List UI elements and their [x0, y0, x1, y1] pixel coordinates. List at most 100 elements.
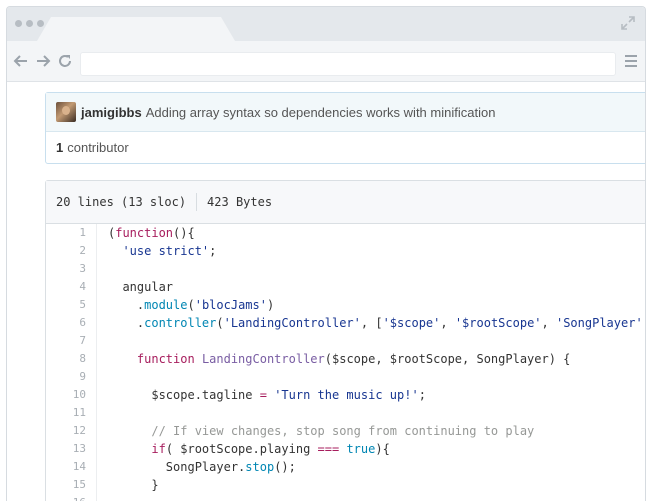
code-token: module	[144, 298, 188, 312]
code-line: 1 (function(){	[46, 224, 645, 242]
line-number[interactable]: 7	[46, 332, 96, 350]
code-token: (	[187, 298, 195, 312]
code-line: 7	[46, 332, 645, 350]
code-token: ===	[317, 442, 340, 456]
code-token: ();	[274, 460, 296, 474]
code-token: '$scope'	[382, 316, 441, 330]
code-token: 'Turn the music up!'	[274, 388, 419, 402]
commit-message[interactable]: Adding array syntax so dependencies work…	[146, 105, 496, 120]
forward-arrow-icon[interactable]	[35, 53, 51, 69]
code-token: .	[108, 298, 145, 312]
file-viewer: 20 lines (13 sloc) 423 Bytes 1 (function(…	[45, 180, 645, 501]
code-token: stop	[245, 460, 275, 474]
line-number[interactable]: 3	[46, 260, 96, 278]
code-token: (	[216, 316, 224, 330]
browser-window: jamigibbs Adding array syntax so depende…	[6, 6, 646, 501]
commit-tease: jamigibbs Adding array syntax so depende…	[45, 92, 645, 164]
code-line: 10 $scope.tagline = 'Turn the music up!'…	[46, 386, 645, 404]
line-number[interactable]: 9	[46, 368, 96, 386]
code-line: 9	[46, 368, 645, 386]
code-line: 6 .controller('LandingController', ['$sc…	[46, 314, 645, 332]
code-token: ){	[375, 442, 390, 456]
code-text: (function(){	[96, 224, 195, 242]
file-info-divider	[196, 193, 198, 211]
minimize-window-icon[interactable]	[26, 20, 33, 27]
line-number[interactable]: 12	[46, 422, 96, 440]
line-number[interactable]: 13	[46, 440, 96, 458]
code-token: if	[151, 442, 166, 456]
code-token: ($scope, $rootScope, SongPlayer) {	[324, 352, 571, 366]
address-bar[interactable]	[80, 52, 616, 76]
code-token: ,	[440, 316, 455, 330]
line-number[interactable]: 14	[46, 458, 96, 476]
code-token: SongPlayer.	[108, 460, 246, 474]
code-text: 'use strict';	[96, 242, 216, 260]
code-text: $scope.tagline = 'Turn the music up!';	[96, 386, 426, 404]
code-token: // If view changes, stop song from conti…	[151, 424, 535, 438]
browser-tab[interactable]	[37, 17, 235, 41]
code-token: function	[115, 226, 174, 240]
line-number[interactable]: 15	[46, 476, 96, 494]
code-token: }	[108, 478, 159, 492]
code-line: 8 function LandingController($scope, $ro…	[46, 350, 645, 368]
line-number[interactable]: 2	[46, 242, 96, 260]
contributors-row[interactable]: 1 contributor	[46, 132, 645, 163]
code-token: .	[108, 316, 145, 330]
title-bar	[7, 7, 645, 41]
file-line-count: 20 lines (13 sloc)	[56, 195, 187, 209]
code-line: 11	[46, 404, 645, 422]
code-line: 14 SongPlayer.stop();	[46, 458, 645, 476]
code-line: 4 angular	[46, 278, 645, 296]
code-text: .module('blocJams')	[96, 296, 274, 314]
code-text: }	[96, 476, 159, 494]
code-token: true	[346, 442, 376, 456]
line-number[interactable]: 11	[46, 404, 96, 422]
code-text: .controller('LandingController', ['$scop…	[96, 314, 643, 332]
line-number[interactable]: 5	[46, 296, 96, 314]
code-line: 5 .module('blocJams')	[46, 296, 645, 314]
line-number[interactable]: 8	[46, 350, 96, 368]
reload-icon[interactable]	[57, 53, 73, 69]
code-token: )	[266, 298, 275, 312]
code-token: 'blocJams'	[194, 298, 267, 312]
commit-author[interactable]: jamigibbs	[81, 105, 142, 120]
code-token: ,	[541, 316, 556, 330]
code-token: 'SongPlayer'	[555, 316, 643, 330]
code-line: 12 // If view changes, stop song from co…	[46, 422, 645, 440]
code-line: 15 }	[46, 476, 645, 494]
code-line: 3	[46, 260, 645, 278]
close-window-icon[interactable]	[15, 20, 22, 27]
code-token: $scope.tagline	[108, 388, 260, 402]
code-token: controller	[144, 316, 217, 330]
file-size: 423 Bytes	[207, 195, 273, 209]
line-number-gutter-divider	[96, 224, 97, 501]
code-line: 13 if( $rootScope.playing === true){	[46, 440, 645, 458]
contributor-count: 1	[56, 140, 64, 155]
file-header: 20 lines (13 sloc) 423 Bytes	[46, 181, 645, 224]
line-number[interactable]: 1	[46, 224, 96, 242]
code-token: =	[259, 388, 267, 402]
code-text: // If view changes, stop song from conti…	[96, 422, 534, 440]
code-token: 'LandingController'	[223, 316, 361, 330]
line-number[interactable]: 10	[46, 386, 96, 404]
line-number[interactable]: 6	[46, 314, 96, 332]
code-token: LandingController	[201, 352, 325, 366]
code-listing: 1 (function(){2 'use strict'; 3 4 angular 5 …	[46, 224, 645, 501]
expand-icon[interactable]	[621, 16, 635, 30]
code-token: ;	[418, 388, 426, 402]
code-text: SongPlayer.stop();	[96, 458, 296, 476]
code-text: function LandingController($scope, $root…	[96, 350, 571, 368]
author-avatar[interactable]	[56, 102, 76, 122]
back-arrow-icon[interactable]	[13, 53, 29, 69]
code-token: 'use strict'	[122, 244, 210, 258]
hamburger-menu-icon[interactable]	[625, 55, 637, 67]
browser-toolbar	[7, 41, 645, 82]
line-number[interactable]: 4	[46, 278, 96, 296]
code-line: 2 'use strict';	[46, 242, 645, 260]
